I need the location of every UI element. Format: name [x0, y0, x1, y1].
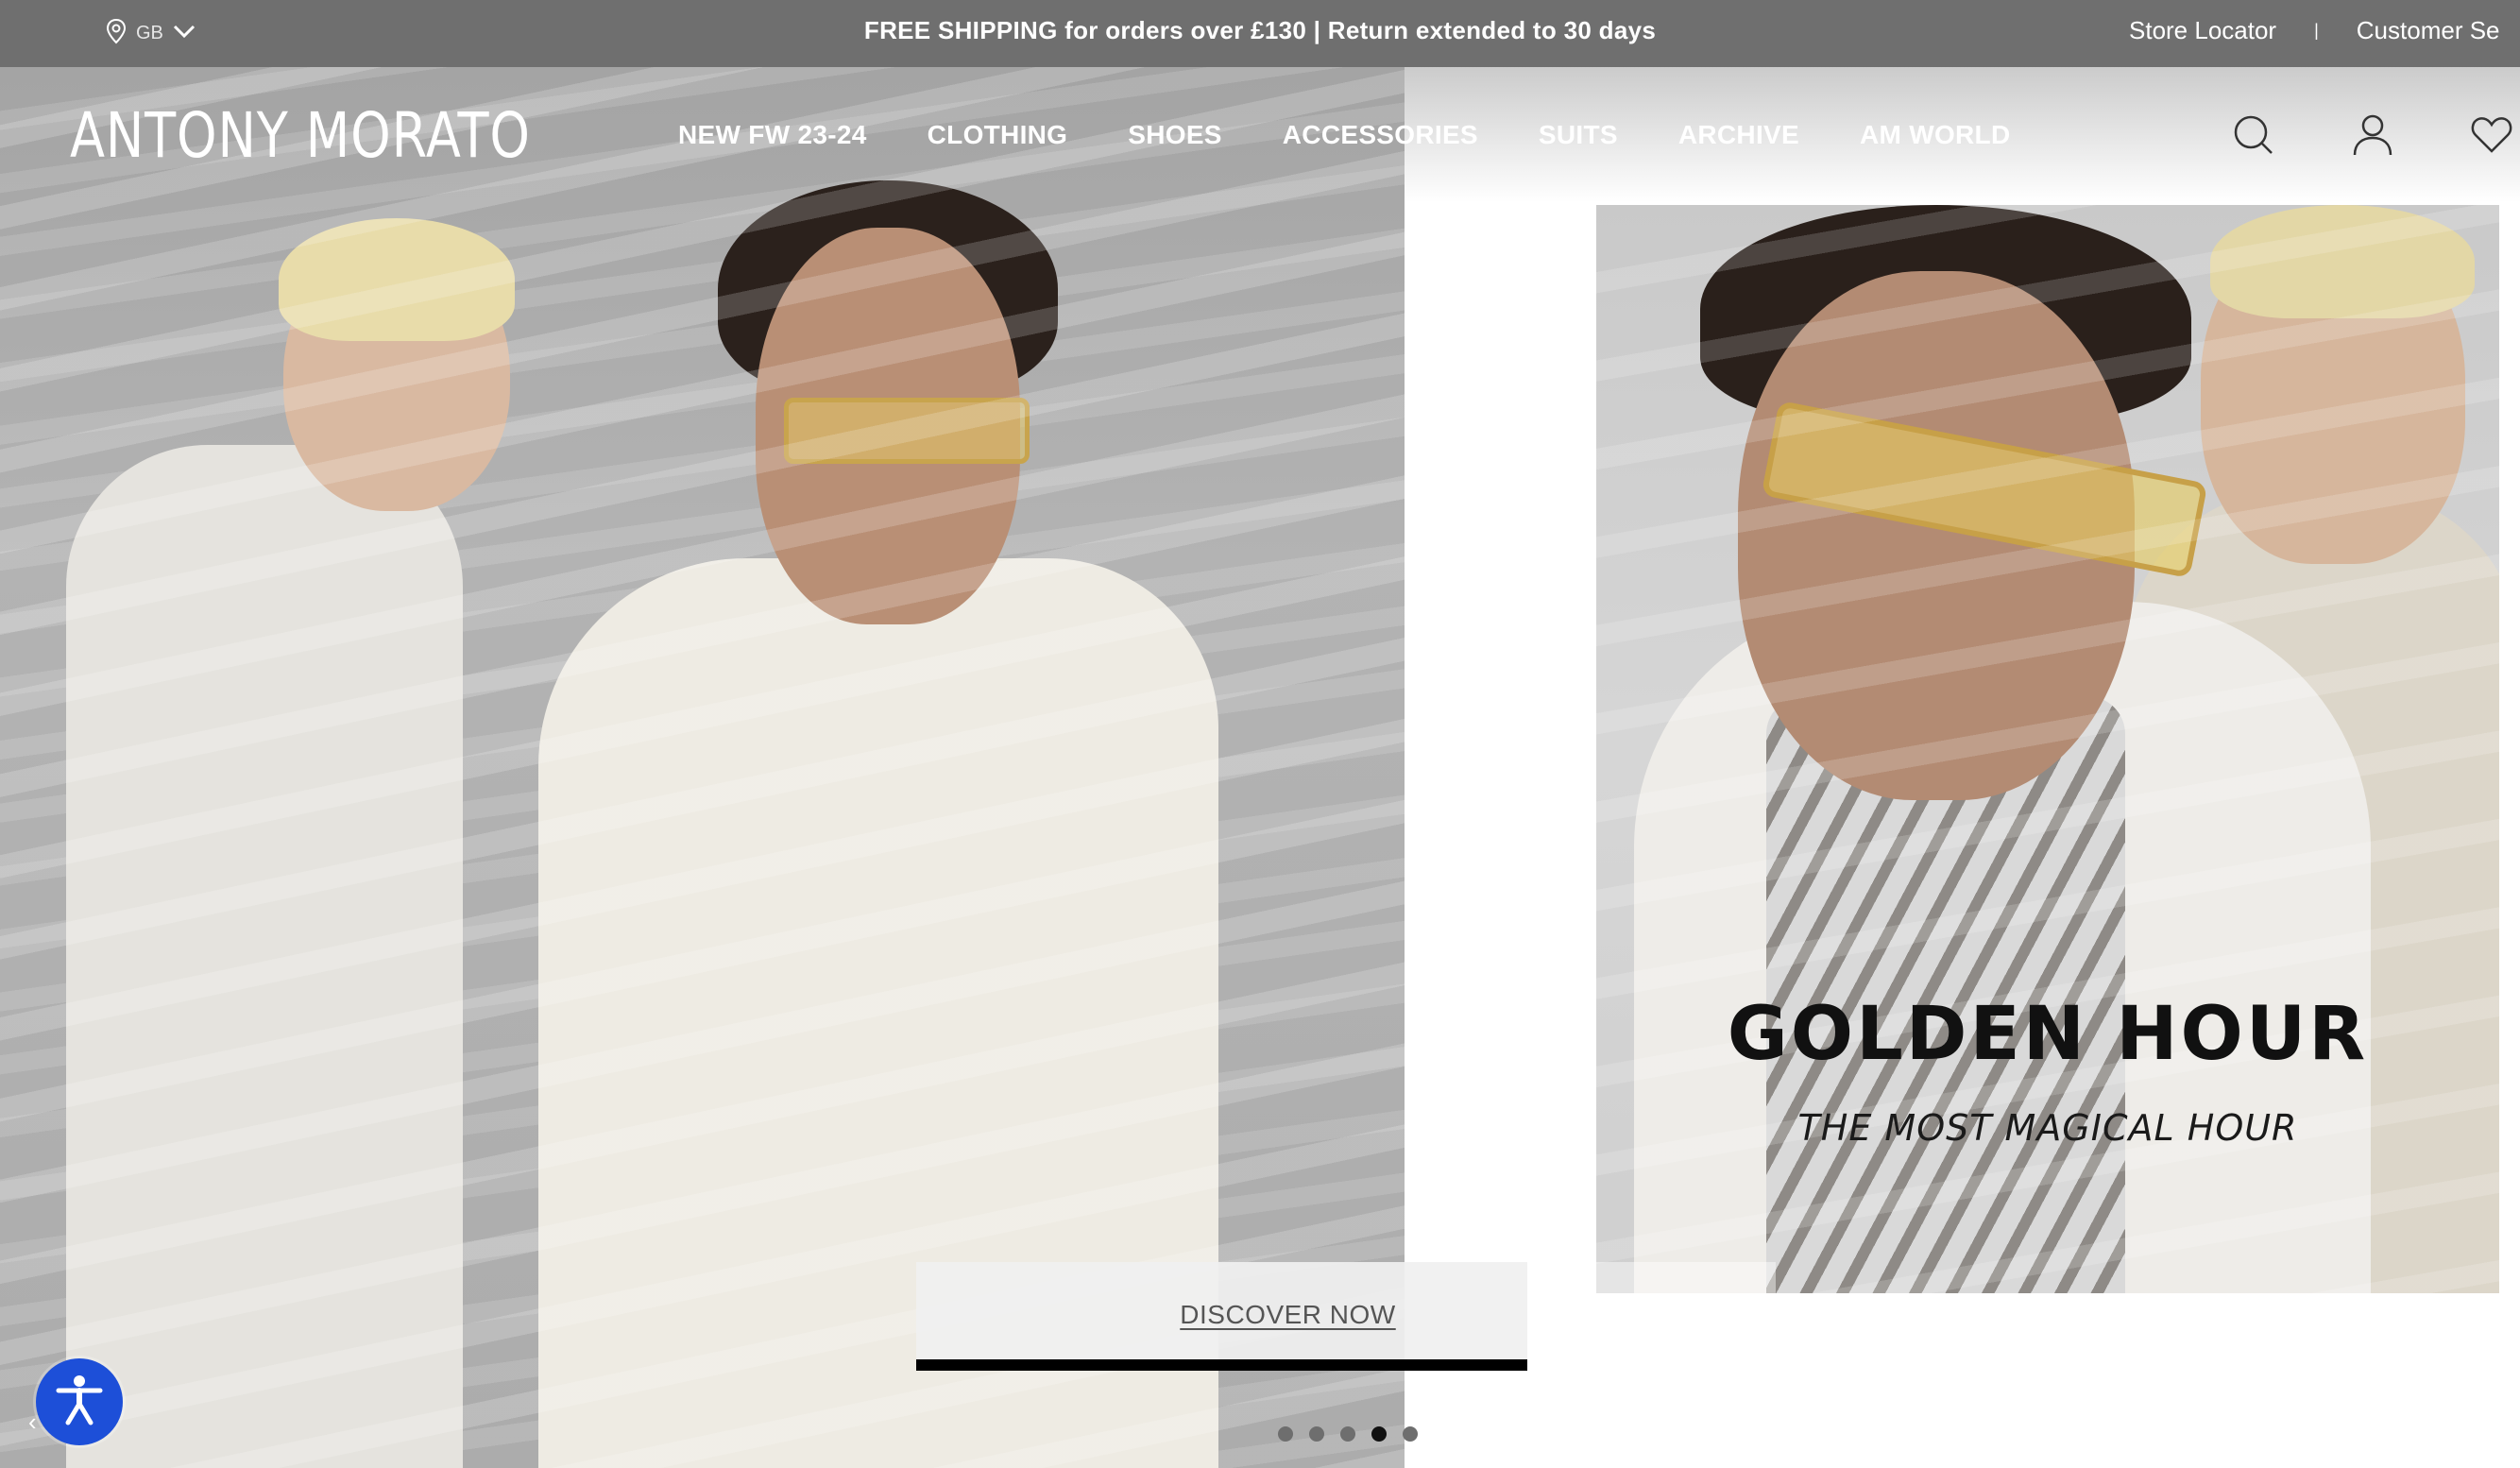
nav-item-accessories[interactable]: ACCESSORIES — [1283, 120, 1478, 150]
carousel-dot-5[interactable] — [1403, 1426, 1418, 1442]
heart-icon[interactable] — [2469, 112, 2514, 158]
brand-logo[interactable]: ANTONY MORATO — [70, 97, 531, 173]
nav-item-am-world[interactable]: AM WORLD — [1860, 120, 2010, 150]
carousel-dot-4[interactable] — [1371, 1426, 1387, 1442]
slide-progress-bar — [916, 1359, 1527, 1371]
carousel-dot-3[interactable] — [1340, 1426, 1355, 1442]
main-header: ANTONY MORATO NEW FW 23-24 CLOTHING SHOE… — [0, 67, 2520, 202]
chevron-left-icon[interactable]: ‹ — [28, 1408, 37, 1437]
accessibility-button[interactable] — [36, 1358, 123, 1445]
nav-item-shoes[interactable]: SHOES — [1128, 120, 1222, 150]
hero-left-image[interactable] — [0, 67, 1405, 1468]
user-icon[interactable] — [2350, 112, 2395, 158]
light-stripes-overlay — [0, 67, 1405, 1468]
topbar-separator: | — [2314, 20, 2319, 40]
accessibility-icon — [55, 1374, 104, 1431]
promo-bar: GB FREE SHIPPING for orders over £130 | … — [0, 0, 2520, 67]
hero-subheadline: THE MOST MAGICAL HOUR — [1797, 1107, 2298, 1149]
nav-item-suits[interactable]: SUITS — [1539, 120, 1618, 150]
image-caption-tab — [1596, 1262, 1776, 1293]
discover-panel: DISCOVER NOW — [916, 1262, 1527, 1366]
discover-now-link[interactable]: DISCOVER NOW — [916, 1300, 1527, 1330]
nav-item-new[interactable]: NEW FW 23-24 — [678, 120, 867, 150]
carousel-dot-1[interactable] — [1278, 1426, 1293, 1442]
nav-item-archive[interactable]: ARCHIVE — [1678, 120, 1799, 150]
carousel-dot-2[interactable] — [1309, 1426, 1324, 1442]
main-nav: NEW FW 23-24 CLOTHING SHOES ACCESSORIES … — [678, 67, 2010, 202]
nav-item-clothing[interactable]: CLOTHING — [928, 120, 1068, 150]
search-icon[interactable] — [2231, 112, 2276, 158]
store-locator-link[interactable]: Store Locator — [2129, 16, 2276, 45]
carousel-dots — [1278, 1426, 1418, 1442]
customer-service-link[interactable]: Customer Se — [2357, 16, 2500, 45]
hero-headline: GOLDEN HOUR — [1727, 992, 2369, 1077]
